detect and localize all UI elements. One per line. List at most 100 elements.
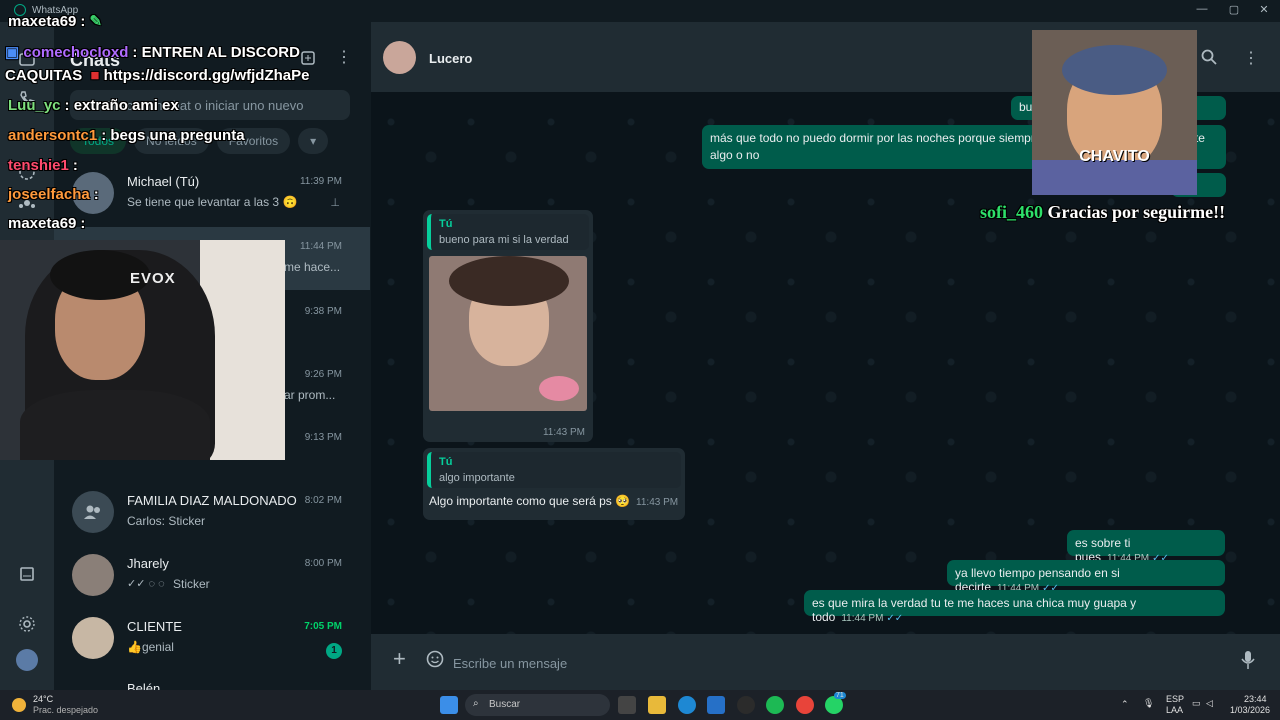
contact-name[interactable]: Lucero <box>429 51 472 66</box>
start-windows-icon[interactable] <box>440 696 458 714</box>
settings-gear-icon[interactable] <box>15 612 39 636</box>
chat-item-belen[interactable]: Belén <box>54 670 370 690</box>
chat-name: CLIENTE <box>127 619 182 634</box>
pin-icon: ⊥ <box>330 197 340 209</box>
message-bubble[interactable]: es sobre ti pues 11:44 PM ✓✓ <box>1067 530 1225 564</box>
whatsapp-badge: 71 <box>834 692 846 699</box>
read-ticks-icon: ✓✓ ◌ ◌ <box>127 578 165 590</box>
lang-indicator[interactable]: ESP <box>1166 694 1184 704</box>
chat-username: maxeta69 <box>8 13 77 30</box>
quote-author: Tú <box>439 456 453 468</box>
close-button[interactable]: ✕ <box>1254 3 1274 16</box>
chat-message: begs una pregunta <box>110 127 245 144</box>
chat-username: joseelfacha <box>8 186 90 203</box>
chat-name: FAMILIA DIAZ MALDONADO <box>127 493 297 508</box>
avatar <box>72 554 114 596</box>
mic-tray-icon[interactable]: 🎙 <box>1143 698 1154 709</box>
quote-text: algo importante <box>439 472 515 484</box>
filter-more-chevron-icon[interactable]: ▾ <box>298 128 329 154</box>
profile-avatar[interactable] <box>15 648 39 672</box>
volume-icon[interactable]: ◁ <box>1206 698 1213 709</box>
chat-name: Belén <box>127 681 161 690</box>
chat-time: 8:00 PM <box>304 558 342 569</box>
task-view-icon[interactable] <box>618 696 636 714</box>
media-icon[interactable] <box>15 562 39 586</box>
windows-taskbar: 24°C Prac. despejado Buscar ⌕ 71 ⌃ ESP L… <box>0 690 1280 720</box>
avatar <box>72 617 114 659</box>
spotify-icon[interactable] <box>766 696 784 714</box>
chat-time: 11:39 PM <box>299 176 342 187</box>
follow-username: sofi_460 <box>980 202 1043 222</box>
photo-attachment[interactable] <box>429 256 587 411</box>
quote-text: bueno para mi si la verdad <box>439 234 569 246</box>
chat-preview: ar prom... <box>284 388 336 402</box>
weather-temp: 24°C <box>33 694 54 704</box>
emote-icon: ▣ <box>5 44 20 61</box>
menu-kebab-icon[interactable]: ⋮ <box>1243 48 1259 68</box>
chat-username: tenshie1 <box>8 157 69 174</box>
chat-preview: me hace... <box>284 260 341 274</box>
message-bubble[interactable]: es que mira la verdad tu te me haces una… <box>804 590 1225 624</box>
file-explorer-icon[interactable] <box>648 696 666 714</box>
taskbar-search-icon: ⌕ <box>473 698 479 709</box>
cam-caption: CHAVITO <box>1079 148 1150 165</box>
chat-time: 9:26 PM <box>304 369 342 380</box>
attach-plus-icon[interactable]: + <box>393 648 406 670</box>
chat-username: andersontc1 <box>8 127 98 144</box>
store-icon[interactable] <box>707 696 725 714</box>
chat-item-familia[interactable]: FAMILIA DIAZ MALDONADO 8:02 PM Carlos: S… <box>54 481 370 544</box>
group-icon <box>72 491 114 533</box>
search-icon[interactable] <box>1201 49 1217 70</box>
chat-time: 11:44 PM <box>299 241 342 252</box>
minimize-button[interactable]: — <box>1192 3 1212 15</box>
chat-username: maxeta69 <box>8 215 77 232</box>
reply-message-image[interactable]: Tú bueno para mi si la verdad 11:43 PM <box>423 210 593 442</box>
network-icon[interactable]: ▭ <box>1192 698 1201 709</box>
clock-time[interactable]: 23:44 <box>1244 694 1267 704</box>
read-ticks-icon: ✓✓ <box>886 613 904 624</box>
maximize-button[interactable]: ▢ <box>1224 3 1244 16</box>
edge-icon[interactable] <box>678 696 696 714</box>
obs-icon[interactable] <box>737 696 755 714</box>
sticker-icon: ✎ <box>85 13 103 30</box>
chat-preview: Se tiene que levantar a las 3 🙃 <box>127 195 298 209</box>
chat-username: CAQUITAS <box>5 67 83 84</box>
chair-brand-label: EVOX <box>130 270 176 287</box>
message-time: 11:43 PM <box>636 497 679 508</box>
chat-username: Luu_yc <box>8 97 61 114</box>
chat-item-jharely[interactable]: Jharely 8:00 PM Sticker ✓✓ ◌ ◌ <box>54 544 370 607</box>
chrome-icon[interactable] <box>796 696 814 714</box>
menu-kebab-icon[interactable]: ⋮ <box>336 50 352 71</box>
lang-indicator-sub: LAA <box>1166 705 1184 715</box>
chat-message: extraño ami ex <box>73 97 179 114</box>
chat-name: Michael (Tú) <box>127 174 200 189</box>
composer-bar: + Escribe un mensaje <box>371 634 1280 690</box>
taskbar-search[interactable]: Buscar <box>465 694 610 716</box>
chat-item-michael[interactable]: Michael (Tú) 11:39 PM Se tiene que levan… <box>54 162 370 225</box>
quoted-message[interactable]: Tú bueno para mi si la verdad <box>427 214 589 250</box>
microphone-icon[interactable] <box>1241 650 1255 675</box>
quoted-message[interactable]: Tú algo importante <box>427 452 681 488</box>
follow-message: Gracias por seguirme!! <box>1047 202 1226 222</box>
message-text: más que todo no puedo dormir por las noc… <box>710 131 1042 145</box>
chat-time: 9:13 PM <box>304 432 342 443</box>
webcam-overlay: EVOX <box>0 240 285 460</box>
chat-time: 7:05 PM <box>304 621 342 632</box>
message-bubble[interactable]: ya llevo tiempo pensando en si decirte 11… <box>947 560 1225 594</box>
chat-item-cliente[interactable]: CLIENTE 7:05 PM 👍genial 1 <box>54 607 370 670</box>
chat-name: Jharely <box>127 556 169 571</box>
reply-message[interactable]: Tú algo importante Algo importante como … <box>423 448 685 520</box>
weather-desc: Prac. despejado <box>33 705 99 715</box>
emoji-sticker-icon[interactable] <box>426 650 444 673</box>
contact-avatar[interactable] <box>383 41 416 74</box>
unread-badge: 1 <box>326 643 342 659</box>
message-input[interactable]: Escribe un mensaje <box>453 644 1223 680</box>
message-text: bu <box>1019 100 1033 114</box>
tray-chevron-icon[interactable]: ⌃ <box>1121 699 1129 710</box>
chat-time: 8:02 PM <box>304 495 342 506</box>
clock-date[interactable]: 1/03/2026 <box>1230 705 1270 715</box>
chat-message: https://discord.gg/wfjdZhaPe <box>103 67 310 84</box>
chat-preview: Carlos: Sticker <box>127 514 206 528</box>
title-bar: WhatsApp — ▢ ✕ <box>0 0 1280 22</box>
chat-message: ENTREN AL DISCORD <box>141 44 300 61</box>
